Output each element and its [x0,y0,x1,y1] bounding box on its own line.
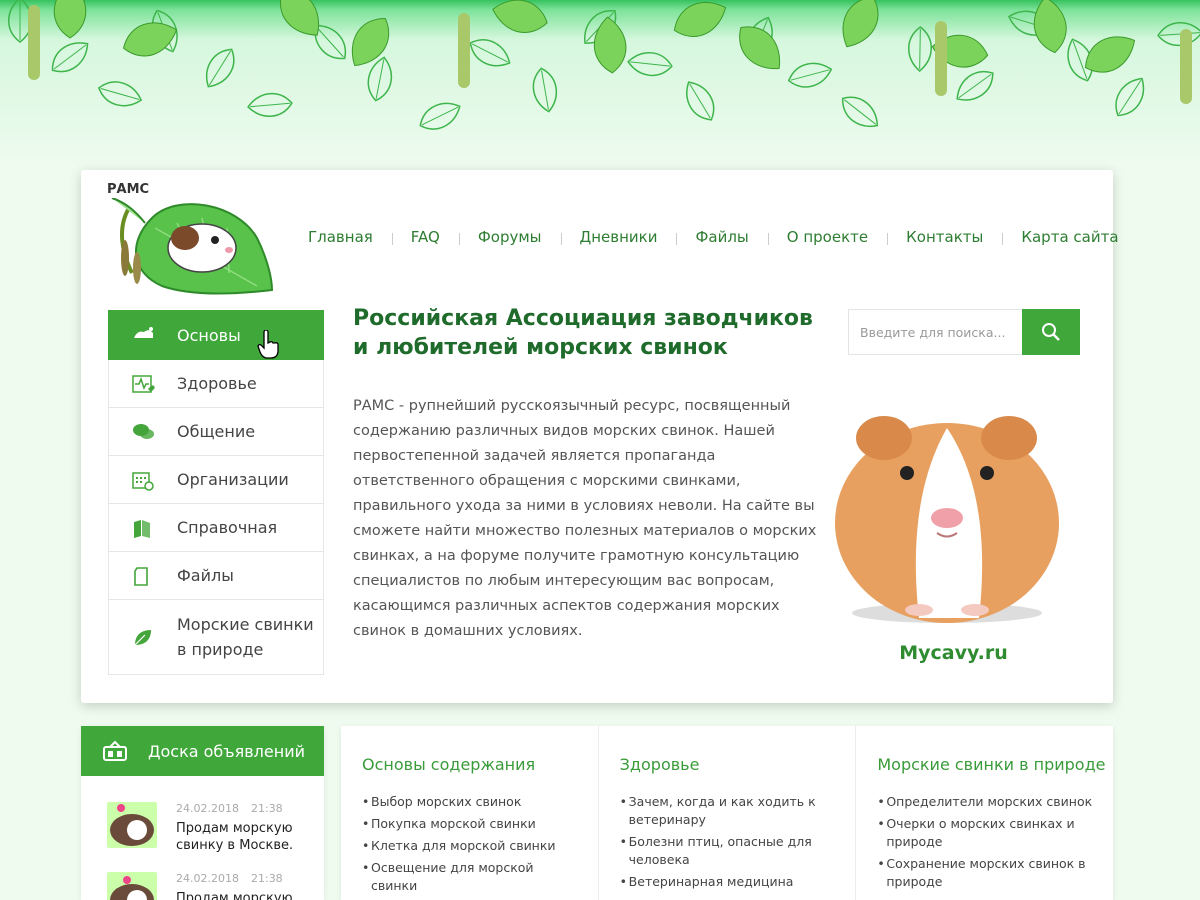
category-link[interactable]: Зачем, когда и как ходить к ветеринару [620,793,840,829]
nav-link-6[interactable]: Контакты [887,228,1002,246]
leaf-banner [0,0,1200,170]
guinea-pig-image [835,416,1059,623]
ads-board-title: Доска объявлений [148,741,305,761]
nav-link-1[interactable]: FAQ [391,228,459,246]
category-column: Основы содержания Выбор морских свинок Пок… [341,726,599,900]
nav-link-4[interactable]: Файлы [676,228,767,246]
search-button[interactable] [1022,309,1080,355]
calendar-icon [109,469,177,491]
category-link[interactable]: Освещение для морской свинки [362,859,582,895]
search-icon [1042,323,1060,341]
sidemenu-item-label: Справочная [177,518,278,537]
ad-item[interactable]: 24.02.2018 21:38 Продам морскую [107,872,306,900]
nav-link-7[interactable]: Карта сайта [1002,228,1137,246]
sidemenu-item-label: Основы [177,325,241,345]
chat-icon [109,421,177,443]
category-column: Здоровье Зачем, когда и как ходить к вете… [599,726,857,900]
ad-meta: 24.02.2018 21:38 [176,802,283,815]
category-column: Морские свинки в природе Определители мор… [856,726,1113,900]
category-link[interactable]: Выбор морских свинок [362,793,582,811]
logo-text: РАМС [107,182,150,197]
sidemenu-item-2[interactable]: Общение [108,408,324,456]
nav-link-5[interactable]: О проекте [767,228,887,246]
heartbeat-icon [109,373,177,395]
category-title[interactable]: Здоровье [620,755,856,774]
hand-cursor-icon [257,330,279,359]
birch-leaves-decoration [8,0,1200,130]
sidemenu-item-1[interactable]: Здоровье [108,360,324,408]
search-input[interactable] [848,309,1022,355]
category-link[interactable]: Ветеринарная медицина [620,873,840,891]
nav-link-0[interactable]: Главная [289,228,392,246]
ad-title[interactable]: Продам морскую [176,890,306,900]
file-icon [109,565,177,587]
search-box [848,309,1080,355]
sidemenu-item-label: Здоровье [177,374,257,393]
sidemenu-item-3[interactable]: Организации [108,456,324,504]
top-navigation: Главная FAQ Форумы Дневники Файлы О проекте Ко… [289,226,1138,248]
site-logo[interactable]: РАМС [107,182,277,300]
ads-board: Доска объявлений 24.02.2018 21:38 Продам … [81,726,324,900]
page-title: Российская Ассоциация заводчиков и любит… [353,306,813,360]
paw-icon [109,324,177,346]
category-link[interactable]: Очерки о морских свинках и природе [877,815,1097,851]
ads-board-header[interactable]: Доска объявлений [81,726,324,776]
category-link[interactable]: Определители морских свинок [877,793,1097,811]
sidemenu-item-label: Общение [177,422,256,441]
site-url-label: Mycavy.ru [899,642,1008,664]
leaf-icon [109,626,177,648]
board-icon [81,740,148,762]
ad-meta: 24.02.2018 21:38 [176,872,283,885]
intro-text: РАМС - рупнейший русскоязычный ресурс, п… [353,398,817,639]
sidemenu-item-label: Морские свинки в природе [177,615,314,659]
sidemenu-item-label: Организации [177,470,289,489]
nav-link-2[interactable]: Форумы [458,228,561,246]
category-link[interactable]: Клетка для морской свинки [362,837,582,855]
ad-thumbnail [107,872,157,900]
category-link[interactable]: Болезни птиц, опасные для человека [620,833,840,869]
main-card: РАМС Главная FAQ Форумы Дневники Файлы О прое… [81,170,1119,703]
ad-item[interactable]: 24.02.2018 21:38 Продам морскую свинку в … [107,802,306,854]
sidemenu-item-0[interactable]: Основы [108,310,324,360]
sidemenu-item-5[interactable]: Файлы [108,552,324,600]
category-title[interactable]: Морские свинки в природе [877,755,1113,774]
books-icon [109,517,177,539]
guinea-pig-leaf-logo-icon [111,198,274,295]
sidemenu-item-6[interactable]: Морские свинки в природе [108,600,324,675]
categories-panel: Основы содержания Выбор морских свинок Пок… [341,726,1113,900]
ad-thumbnail [107,802,157,848]
side-menu: Основы Здоровье Общение Организации Справочн… [108,310,324,675]
ad-title[interactable]: Продам морскую свинку в Москве. [176,820,306,854]
sidemenu-item-4[interactable]: Справочная [108,504,324,552]
sidemenu-item-label: Файлы [177,566,234,585]
category-link[interactable]: Сохранение морских свинок в природе [877,855,1097,891]
nav-link-3[interactable]: Дневники [560,228,677,246]
category-title[interactable]: Основы содержания [362,755,598,774]
category-link[interactable]: Покупка морской свинки [362,815,582,833]
